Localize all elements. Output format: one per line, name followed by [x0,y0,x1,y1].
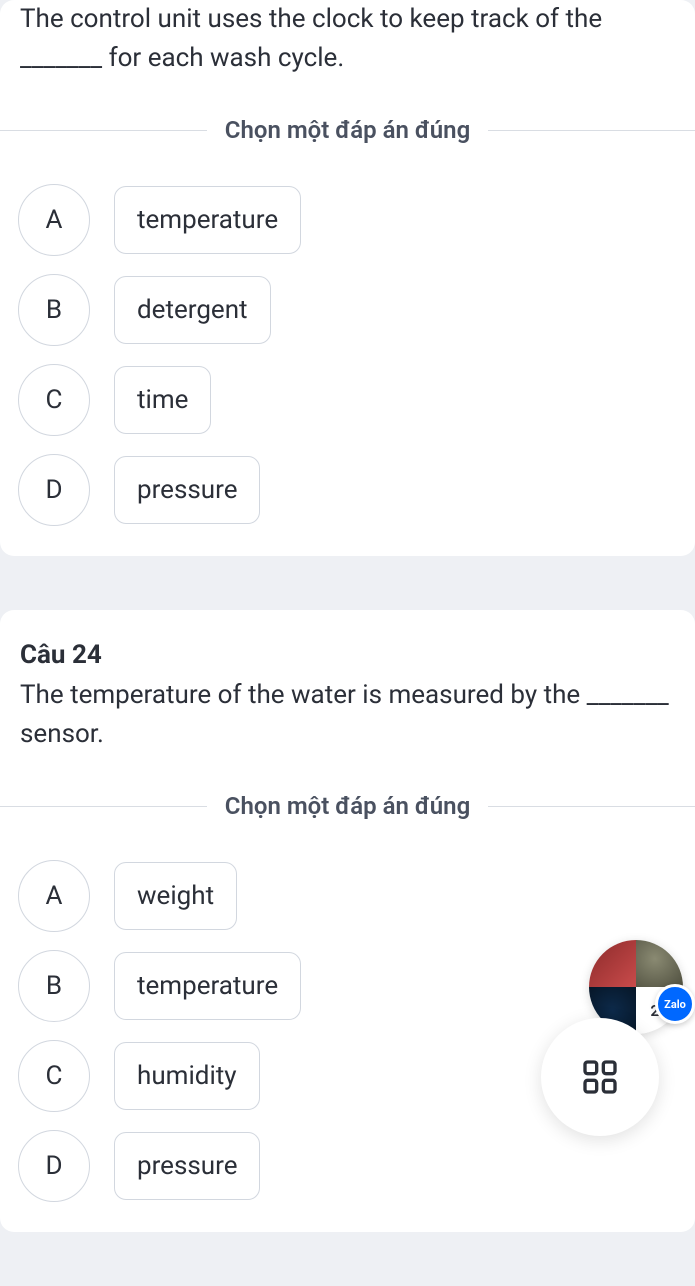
question-header: Câu 24 The temperature of the water is m… [0,610,695,774]
option-text: pressure [114,456,260,524]
option-letter: C [18,364,90,436]
divider-line [488,806,695,807]
option-letter: B [18,950,90,1022]
options-list: A temperature B detergent C time D press… [0,184,695,526]
zalo-badge[interactable]: Zalo [655,984,695,1024]
option-text: temperature [114,186,301,254]
question-card: Câu 24 The temperature of the water is m… [0,610,695,1232]
question-text: The temperature of the water is measured… [20,676,675,754]
grid-icon [580,1057,620,1097]
divider-line [0,130,207,131]
option-letter: C [18,1040,90,1112]
option-letter: D [18,454,90,526]
question-text: The control unit uses the clock to keep … [20,0,675,78]
grid-menu-button[interactable] [541,1018,659,1136]
option-c[interactable]: C time [18,364,677,436]
option-text: temperature [114,952,301,1020]
choose-one-label: Chọn một đáp án đúng [207,116,488,144]
question-card: The control unit uses the clock to keep … [0,0,695,556]
option-d[interactable]: D pressure [18,454,677,526]
option-text: pressure [114,1132,260,1200]
choose-one-divider: Chọn một đáp án đúng [0,116,695,144]
option-d[interactable]: D pressure [18,1130,677,1202]
divider-line [488,130,695,131]
choose-one-divider: Chọn một đáp án đúng [0,792,695,820]
question-number: Câu 24 [20,640,675,670]
zalo-label: Zalo [664,998,686,1011]
option-letter: B [18,274,90,346]
option-text: time [114,366,211,434]
option-text: humidity [114,1042,260,1110]
option-letter: A [18,860,90,932]
option-b[interactable]: B detergent [18,274,677,346]
option-text: weight [114,862,237,930]
divider-line [0,806,207,807]
option-a[interactable]: A weight [18,860,677,932]
option-letter: A [18,184,90,256]
option-text: detergent [114,276,271,344]
option-letter: D [18,1130,90,1202]
question-header: The control unit uses the clock to keep … [0,0,695,98]
option-b[interactable]: B temperature [18,950,677,1022]
choose-one-label: Chọn một đáp án đúng [207,792,488,820]
option-a[interactable]: A temperature [18,184,677,256]
